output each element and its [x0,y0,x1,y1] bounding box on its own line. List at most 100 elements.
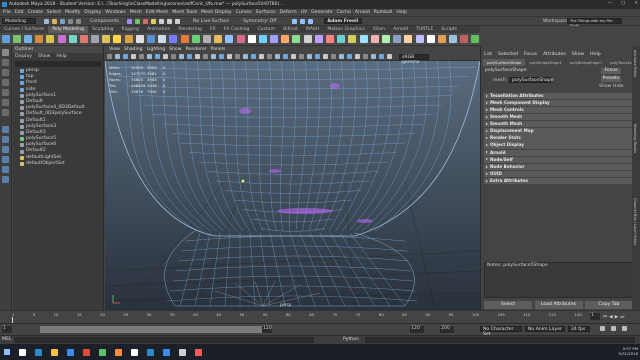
move-tool-icon[interactable] [2,79,9,86]
viewport-tool-icon[interactable] [218,54,224,59]
snap-grid-icon[interactable] [158,18,164,24]
shelf-tool-icon[interactable] [202,35,211,43]
viewport-tool-icon[interactable] [250,54,256,59]
shelf-tab-rigging[interactable]: Rigging [118,26,143,33]
viewport-menu-lighting[interactable]: Lighting [147,46,166,53]
attr-menu-list[interactable]: List [484,52,492,57]
viewport-tool-icon[interactable] [242,54,248,59]
layout-outliner-icon[interactable] [2,156,9,163]
shelf-tool-icon[interactable] [102,35,111,43]
attr-section-header[interactable]: UUID [484,170,637,178]
outliner-menu-help[interactable]: Help [56,53,66,60]
shelf-tool-icon[interactable] [35,35,44,43]
outliner-search-input[interactable] [15,61,101,67]
render-settings-icon[interactable] [307,18,313,24]
menu-item-surfaces[interactable]: Surfaces [256,10,276,15]
taskbar-app-icon[interactable] [178,348,186,356]
attr-tab[interactable]: polyBridgeEdge1 [525,59,565,66]
menu-item-file[interactable]: File [3,10,11,15]
cmd-lang-label[interactable]: MEL [2,337,11,342]
face-mask-icon[interactable] [142,18,148,24]
viewport-tool-icon[interactable] [114,54,120,59]
shelf-tool-icon[interactable] [270,35,279,43]
attr-section-header[interactable]: Arnold [484,149,637,156]
shelf-tab-poly-modeling[interactable]: Poly Modeling [48,26,89,33]
viewport-menu-show[interactable]: Show [169,46,181,53]
viewport-tool-icon[interactable] [202,54,208,59]
range-end-field[interactable]: 120 [262,326,272,333]
viewport-menu-shading[interactable]: Shading [124,46,143,53]
shelf-tool-icon[interactable] [449,35,458,43]
attr-section-header[interactable]: Render Stats [484,135,637,142]
playback-prefs-icon[interactable] [610,326,616,331]
attr-menu-show[interactable]: Show [572,52,584,57]
menu-item-help[interactable]: Help [396,10,406,15]
viewport-tool-icon[interactable] [234,54,240,59]
components-label[interactable]: Components [90,19,119,24]
anim-end-field[interactable]: 120 [410,326,424,333]
uv-mask-icon[interactable] [150,18,156,24]
lasso-tool-icon[interactable] [2,59,9,66]
shelf-tool-icon[interactable] [303,35,312,43]
shelf-tool-icon[interactable] [124,35,133,43]
viewport-tool-icon[interactable] [138,54,144,59]
viewport-tool-icon[interactable] [370,54,376,59]
user-account[interactable]: Adam Freeli [324,18,363,24]
shelf-tool-icon[interactable] [214,35,223,43]
attr-section-header[interactable]: Node/Self [484,156,637,163]
viewport-panel[interactable]: View Shading Lighting Show Renderer Panels sR… [105,46,480,310]
menu-item-arnold[interactable]: Arnold [355,10,370,15]
viewport-tool-icon[interactable] [330,54,336,59]
menu-item-uv[interactable]: UV [301,10,308,15]
attr-section-header[interactable]: Tessellation Attributes [484,92,637,100]
shelf-tool-icon[interactable] [370,35,379,43]
viewport-tool-icon[interactable] [266,54,272,59]
menu-item-edit-mesh[interactable]: Edit Mesh [146,10,168,15]
shelf-tab-turtle[interactable]: TURTLE [412,26,437,33]
shelf-tool-icon[interactable] [381,35,390,43]
taskbar-app-icon[interactable] [66,348,74,356]
viewport-tool-icon[interactable] [346,54,352,59]
viewport-tool-icon[interactable] [154,54,160,59]
presets-button[interactable]: Presets [601,76,621,82]
menu-item-deform[interactable]: Deform [280,10,297,15]
shelf-tool-icon[interactable] [393,35,402,43]
shelf-tab-fx-caching[interactable]: FX Caching [220,26,254,33]
shelf-tab-custom[interactable]: Custom [253,26,279,33]
layout-graph-icon[interactable] [2,166,9,173]
vertex-mask-icon[interactable] [126,18,132,24]
scale-tool-icon[interactable] [2,99,9,106]
shelf-tool-icon[interactable] [426,35,435,43]
outliner-item[interactable]: defaultObjectSet [13,161,103,167]
viewport-tool-icon[interactable] [274,54,280,59]
shelf-tool-icon[interactable] [191,35,200,43]
shelf-tool-icon[interactable] [113,35,122,43]
viewport-tool-icon[interactable] [210,54,216,59]
taskbar-app-icon[interactable] [162,348,170,356]
shelf-tool-icon[interactable] [326,35,335,43]
maximize-button[interactable]: □ [621,1,625,6]
shelf-tool-icon[interactable] [281,35,290,43]
render-icon[interactable] [291,18,297,24]
redo-icon[interactable] [75,18,81,24]
edge-mask-icon[interactable] [134,18,140,24]
taskbar-app-icon[interactable] [114,348,122,356]
viewport-tool-icon[interactable] [146,54,152,59]
attr-section-header[interactable]: Object Display [484,142,637,149]
layout-two-icon[interactable] [2,146,9,153]
shelf-tab-curves-surfaces[interactable]: Curves / Surfaces [0,26,48,33]
snap-point-icon[interactable] [174,18,180,24]
load-attributes-button[interactable]: Load Attributes [534,301,583,309]
attr-section-header[interactable]: Extra Attributes [484,177,637,185]
shelf-tab-animation[interactable]: Animation [143,26,174,33]
range-bar[interactable] [40,326,270,333]
menu-item-cache[interactable]: Cache [337,10,351,15]
workspace-dropdown[interactable]: The Things with my File Stuff [567,18,622,28]
viewport-tool-icon[interactable] [298,54,304,59]
side-tab[interactable]: Channel Box / Layer Editor [632,198,637,268]
shelf-tool-icon[interactable] [169,35,178,43]
menu-item-create[interactable]: Create [28,10,43,15]
attr-section-header[interactable]: Smooth Mesh [484,121,637,128]
symmetry-label[interactable]: Symmetry: Off [243,19,276,24]
layout-hypershade-icon[interactable] [2,176,9,183]
